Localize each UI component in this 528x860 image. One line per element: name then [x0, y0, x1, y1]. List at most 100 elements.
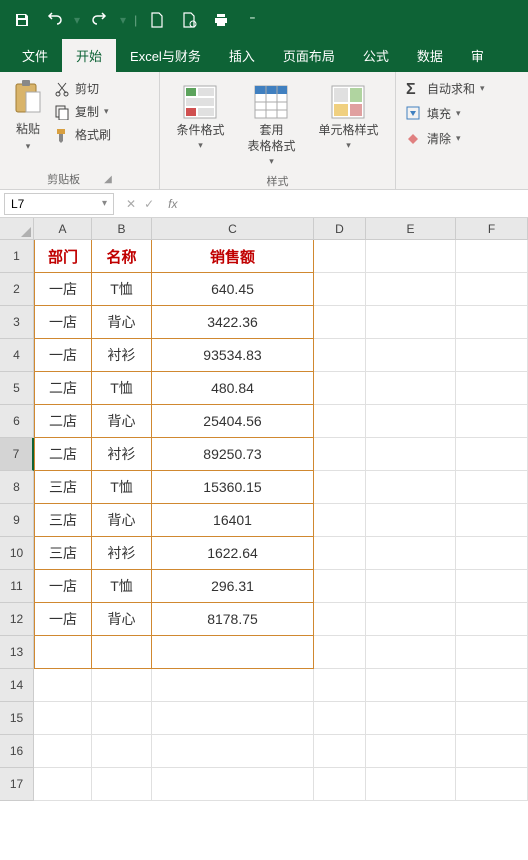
cell[interactable]: 背心 — [92, 603, 152, 636]
cell[interactable] — [92, 669, 152, 702]
format-painter-button[interactable]: 格式刷 — [54, 126, 111, 143]
cell[interactable] — [456, 768, 528, 801]
redo-icon[interactable] — [86, 6, 114, 34]
cell[interactable] — [92, 768, 152, 801]
row-header[interactable]: 17 — [0, 768, 34, 801]
cell[interactable] — [152, 768, 314, 801]
cell[interactable]: 一店 — [34, 306, 92, 339]
row-header[interactable]: 16 — [0, 735, 34, 768]
clear-button[interactable]: 清除 ▾ — [404, 126, 520, 151]
cell[interactable] — [314, 471, 366, 504]
cell[interactable] — [92, 735, 152, 768]
cell[interactable] — [152, 702, 314, 735]
cell[interactable]: 一店 — [34, 570, 92, 603]
cell[interactable] — [366, 240, 456, 273]
cell[interactable]: 1622.64 — [152, 537, 314, 570]
cell[interactable] — [456, 669, 528, 702]
cell[interactable] — [366, 306, 456, 339]
cell[interactable]: 一店 — [34, 339, 92, 372]
cell[interactable] — [314, 405, 366, 438]
cell[interactable] — [366, 537, 456, 570]
cell[interactable]: 部门 — [34, 240, 92, 273]
cut-button[interactable]: 剪切 — [54, 80, 111, 97]
row-header[interactable]: 8 — [0, 471, 34, 504]
cell[interactable] — [34, 735, 92, 768]
cell[interactable]: 89250.73 — [152, 438, 314, 471]
cell[interactable] — [366, 438, 456, 471]
cell[interactable]: 16401 — [152, 504, 314, 537]
cell[interactable]: 640.45 — [152, 273, 314, 306]
formula-input[interactable] — [183, 193, 528, 215]
tab-file[interactable]: 文件 — [8, 39, 62, 72]
accept-formula-icon[interactable]: ✓ — [144, 197, 154, 211]
row-header[interactable]: 10 — [0, 537, 34, 570]
col-header-D[interactable]: D — [314, 218, 366, 240]
cell[interactable]: 93534.83 — [152, 339, 314, 372]
cell[interactable] — [366, 636, 456, 669]
cell-style-button[interactable]: 单元格样式 ▾ — [312, 80, 384, 155]
cell[interactable] — [314, 504, 366, 537]
cell[interactable] — [366, 405, 456, 438]
cell[interactable]: 三店 — [34, 471, 92, 504]
cell[interactable] — [34, 636, 92, 669]
cell[interactable]: 背心 — [92, 405, 152, 438]
open-doc-icon[interactable] — [175, 6, 203, 34]
cell[interactable] — [152, 735, 314, 768]
cell[interactable] — [366, 669, 456, 702]
cell[interactable]: 三店 — [34, 504, 92, 537]
cell[interactable] — [456, 570, 528, 603]
cell[interactable]: 一店 — [34, 273, 92, 306]
select-all-corner[interactable] — [0, 218, 34, 240]
cell[interactable] — [314, 273, 366, 306]
print-icon[interactable] — [207, 6, 235, 34]
cell[interactable]: 背心 — [92, 504, 152, 537]
row-header[interactable]: 13 — [0, 636, 34, 669]
cell[interactable]: 480.84 — [152, 372, 314, 405]
row-header[interactable]: 11 — [0, 570, 34, 603]
row-header[interactable]: 1 — [0, 240, 34, 273]
cell[interactable] — [456, 636, 528, 669]
cell[interactable] — [314, 603, 366, 636]
row-header[interactable]: 12 — [0, 603, 34, 636]
cell[interactable]: 三店 — [34, 537, 92, 570]
cell[interactable]: 3422.36 — [152, 306, 314, 339]
row-header[interactable]: 15 — [0, 702, 34, 735]
cell[interactable] — [456, 339, 528, 372]
row-header[interactable]: 6 — [0, 405, 34, 438]
cell[interactable]: T恤 — [92, 273, 152, 306]
cell[interactable] — [92, 636, 152, 669]
cell[interactable]: 二店 — [34, 438, 92, 471]
cell[interactable] — [456, 504, 528, 537]
cell[interactable]: 二店 — [34, 372, 92, 405]
cell[interactable] — [366, 768, 456, 801]
cell[interactable] — [314, 735, 366, 768]
cell[interactable] — [314, 339, 366, 372]
cell[interactable] — [92, 702, 152, 735]
paste-button[interactable]: 粘贴 ▾ — [8, 76, 48, 156]
cell[interactable] — [314, 438, 366, 471]
cell[interactable]: 15360.15 — [152, 471, 314, 504]
row-header[interactable]: 3 — [0, 306, 34, 339]
cell[interactable] — [314, 306, 366, 339]
cell[interactable]: 背心 — [92, 306, 152, 339]
col-header-B[interactable]: B — [92, 218, 152, 240]
cell[interactable]: 二店 — [34, 405, 92, 438]
cell[interactable] — [456, 537, 528, 570]
cell[interactable] — [456, 735, 528, 768]
cell[interactable] — [314, 570, 366, 603]
col-header-C[interactable]: C — [152, 218, 314, 240]
tab-layout[interactable]: 页面布局 — [269, 39, 349, 72]
cell[interactable]: 25404.56 — [152, 405, 314, 438]
fill-button[interactable]: 填充 ▾ — [404, 101, 520, 126]
row-header[interactable]: 2 — [0, 273, 34, 306]
save-icon[interactable] — [8, 6, 36, 34]
cell[interactable] — [366, 372, 456, 405]
cell[interactable] — [366, 603, 456, 636]
cell[interactable] — [314, 240, 366, 273]
new-doc-icon[interactable] — [143, 6, 171, 34]
cell[interactable] — [314, 537, 366, 570]
row-header[interactable]: 7 — [0, 438, 34, 471]
cell[interactable] — [34, 768, 92, 801]
cell[interactable] — [456, 306, 528, 339]
cell[interactable] — [456, 372, 528, 405]
